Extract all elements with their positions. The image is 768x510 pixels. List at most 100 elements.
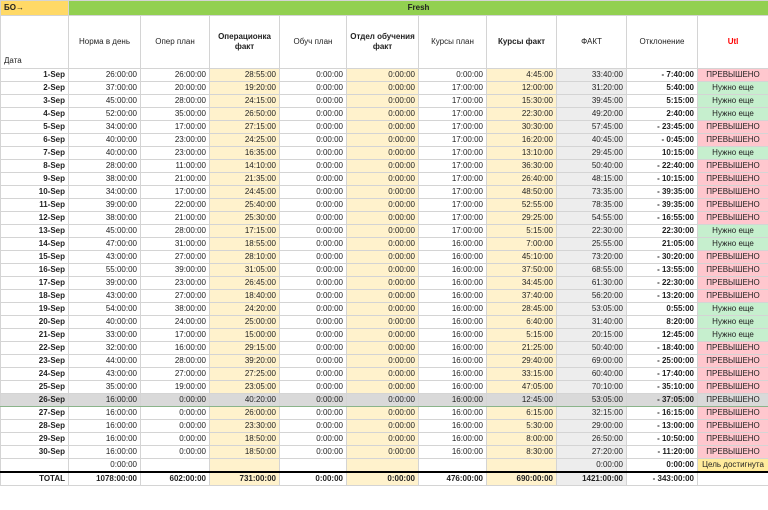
cell-train-plan[interactable]: 0:00:00 [279, 198, 347, 212]
cell-norm[interactable]: 32:00:00 [68, 341, 141, 355]
cell-norm[interactable]: 33:00:00 [68, 328, 141, 342]
cell-courses-plan[interactable]: 16:00:00 [418, 380, 487, 394]
cell-utl-status[interactable]: Нужно еще [696, 146, 768, 160]
cell-oper-fact[interactable]: 25:30:00 [209, 211, 280, 225]
cell-date[interactable]: 4-Sep [0, 107, 69, 121]
cell-oper-fact[interactable]: 731:00:00 [209, 471, 280, 486]
cell-fact[interactable]: 73:20:00 [556, 250, 627, 264]
cell-oper-fact[interactable]: 31:05:00 [209, 263, 280, 277]
cell-norm[interactable]: 45:00:00 [68, 224, 141, 238]
cell-train-plan[interactable]: 0:00:00 [279, 419, 347, 433]
cell-utl-status[interactable]: Нужно еще [696, 94, 768, 108]
cell-train-plan[interactable]: 0:00:00 [279, 146, 347, 160]
cell-train-dept-fact[interactable]: 0:00:00 [346, 224, 419, 238]
cell-oper-plan[interactable]: 26:00:00 [140, 68, 210, 82]
cell-train-dept-fact[interactable]: 0:00:00 [346, 185, 419, 199]
cell-fact[interactable]: 25:55:00 [556, 237, 627, 251]
cell-train-plan[interactable]: 0:00:00 [279, 185, 347, 199]
cell-train-dept-fact[interactable]: 0:00:00 [346, 120, 419, 134]
cell-train-dept-fact[interactable]: 0:00:00 [346, 471, 419, 486]
cell-deviation[interactable]: - 17:40:00 [626, 367, 698, 381]
cell-oper-plan[interactable]: 20:00:00 [140, 81, 210, 95]
cell-norm[interactable]: 1078:00:00 [68, 471, 141, 486]
cell-courses-fact[interactable]: 16:20:00 [486, 133, 557, 147]
cell-oper-plan[interactable]: 28:00:00 [140, 224, 210, 238]
cell-deviation[interactable]: - 35:10:00 [626, 380, 698, 394]
cell-courses-plan[interactable]: 17:00:00 [418, 185, 487, 199]
cell-fact[interactable]: 54:55:00 [556, 211, 627, 225]
cell-train-dept-fact[interactable]: 0:00:00 [346, 354, 419, 368]
cell-deviation[interactable]: 10:15:00 [626, 146, 698, 160]
cell-oper-plan[interactable]: 27:00:00 [140, 289, 210, 303]
cell-oper-fact[interactable]: 23:05:00 [209, 380, 280, 394]
cell-oper-fact[interactable] [209, 458, 280, 473]
cell-deviation[interactable]: 5:15:00 [626, 94, 698, 108]
cell-oper-plan[interactable]: 27:00:00 [140, 367, 210, 381]
cell-fact[interactable]: 60:40:00 [556, 367, 627, 381]
cell-date[interactable]: 9-Sep [0, 172, 69, 186]
cell-courses-plan[interactable]: 17:00:00 [418, 120, 487, 134]
cell-oper-plan[interactable]: 0:00:00 [140, 406, 210, 420]
cell-train-dept-fact[interactable]: 0:00:00 [346, 432, 419, 446]
cell-utl-status[interactable]: ПРЕВЫШЕНО [696, 185, 768, 199]
cell-train-dept-fact[interactable]: 0:00:00 [346, 341, 419, 355]
cell-fact[interactable]: 29:00:00 [556, 419, 627, 433]
cell-utl-status[interactable]: Нужно еще [696, 107, 768, 121]
cell-utl-status[interactable]: ПРЕВЫШЕНО [696, 133, 768, 147]
cell-courses-fact[interactable]: 7:00:00 [486, 237, 557, 251]
cell-fact[interactable]: 26:50:00 [556, 432, 627, 446]
cell-norm[interactable]: 55:00:00 [68, 263, 141, 277]
cell-train-plan[interactable]: 0:00:00 [279, 276, 347, 290]
cell-deviation[interactable]: - 0:45:00 [626, 133, 698, 147]
cell-utl-status[interactable]: ПРЕВЫШЕНО [696, 263, 768, 277]
cell-utl-status[interactable]: ПРЕВЫШЕНО [696, 198, 768, 212]
cell-train-plan[interactable]: 0:00:00 [279, 81, 347, 95]
cell-oper-fact[interactable]: 26:00:00 [209, 406, 280, 420]
header-oper-plan[interactable]: Опер план [140, 15, 210, 69]
cell-courses-plan[interactable] [418, 458, 487, 473]
cell-oper-plan[interactable]: 21:00:00 [140, 172, 210, 186]
cell-deviation[interactable]: - 13:20:00 [626, 289, 698, 303]
cell-date[interactable]: 28-Sep [0, 419, 69, 433]
cell-date[interactable]: 10-Sep [0, 185, 69, 199]
cell-train-plan[interactable]: 0:00:00 [279, 107, 347, 121]
cell-oper-fact[interactable]: 40:20:00 [209, 393, 280, 407]
cell-utl-status[interactable]: ПРЕВЫШЕНО [696, 432, 768, 446]
header-courses-plan[interactable]: Курсы план [418, 15, 487, 69]
cell-courses-plan[interactable]: 17:00:00 [418, 224, 487, 238]
cell-train-dept-fact[interactable]: 0:00:00 [346, 406, 419, 420]
cell-courses-plan[interactable]: 17:00:00 [418, 107, 487, 121]
cell-utl-status[interactable]: ПРЕВЫШЕНО [696, 380, 768, 394]
cell-train-plan[interactable]: 0:00:00 [279, 237, 347, 251]
cell-date[interactable]: 23-Sep [0, 354, 69, 368]
cell-train-dept-fact[interactable]: 0:00:00 [346, 133, 419, 147]
cell-fact[interactable]: 29:45:00 [556, 146, 627, 160]
cell-date[interactable]: 17-Sep [0, 276, 69, 290]
cell-oper-fact[interactable]: 25:40:00 [209, 198, 280, 212]
cell-norm[interactable]: 44:00:00 [68, 354, 141, 368]
cell-date[interactable]: 3-Sep [0, 94, 69, 108]
cell-date[interactable]: 29-Sep [0, 432, 69, 446]
cell-train-dept-fact[interactable]: 0:00:00 [346, 276, 419, 290]
cell-fact[interactable]: 56:20:00 [556, 289, 627, 303]
cell-courses-plan[interactable]: 16:00:00 [418, 315, 487, 329]
cell-train-plan[interactable]: 0:00:00 [279, 263, 347, 277]
cell-oper-fact[interactable]: 27:25:00 [209, 367, 280, 381]
cell-fact[interactable]: 31:40:00 [556, 315, 627, 329]
header-date[interactable]: Дата [0, 15, 69, 69]
cell-utl-status[interactable]: ПРЕВЫШЕНО [696, 289, 768, 303]
cell-oper-fact[interactable]: 25:00:00 [209, 315, 280, 329]
cell-train-dept-fact[interactable] [346, 458, 419, 473]
cell-fact[interactable]: 40:45:00 [556, 133, 627, 147]
cell-courses-plan[interactable]: 16:00:00 [418, 250, 487, 264]
cell-utl-status[interactable]: Цель достигнута [696, 458, 768, 473]
cell-utl-status[interactable]: ПРЕВЫШЕНО [696, 354, 768, 368]
cell-courses-plan[interactable]: 17:00:00 [418, 133, 487, 147]
cell-courses-fact[interactable]: 690:00:00 [486, 471, 557, 486]
cell-train-plan[interactable] [279, 458, 347, 473]
cell-train-plan[interactable]: 0:00:00 [279, 224, 347, 238]
cell-date[interactable]: 16-Sep [0, 263, 69, 277]
cell-date[interactable]: 20-Sep [0, 315, 69, 329]
cell-courses-plan[interactable]: 17:00:00 [418, 211, 487, 225]
cell-courses-plan[interactable]: 16:00:00 [418, 419, 487, 433]
